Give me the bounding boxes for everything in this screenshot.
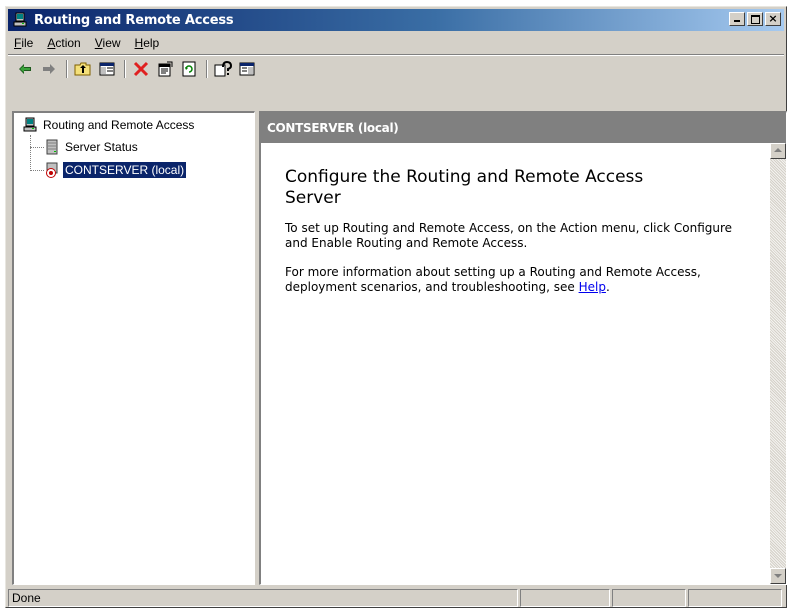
- back-arrow-icon: [19, 64, 31, 74]
- status-panel: [688, 589, 782, 607]
- window-title: Routing and Remote Access: [34, 12, 234, 28]
- status-bar: Done: [8, 589, 784, 607]
- menu-file[interactable]: File: [14, 36, 33, 50]
- delete-icon: [133, 61, 149, 77]
- show-hide-tree-icon: [99, 62, 115, 76]
- routing-server-icon: [23, 117, 37, 132]
- details-content: Configure the Routing and Remote Access …: [261, 143, 770, 584]
- properties-icon: [158, 61, 173, 77]
- properties-button[interactable]: [154, 58, 176, 80]
- show-hide-tree-button[interactable]: [96, 58, 118, 80]
- app-window: Routing and Remote Access × File Action …: [5, 6, 787, 608]
- forward-button[interactable]: [38, 58, 60, 80]
- up-one-level-button[interactable]: [72, 58, 94, 80]
- back-button[interactable]: [14, 58, 36, 80]
- server-status-icon: [46, 139, 58, 155]
- more-info-period: .: [605, 280, 610, 294]
- close-icon: ×: [768, 12, 778, 25]
- status-panel: [520, 589, 610, 607]
- forward-arrow-icon: [43, 64, 55, 74]
- refresh-button[interactable]: [178, 58, 200, 80]
- menu-view[interactable]: View: [95, 36, 121, 50]
- status-text: Done: [8, 589, 518, 607]
- configure-heading: Configure the Routing and Remote Access …: [285, 167, 644, 208]
- tree-connector: [30, 170, 44, 171]
- tree-item-contserver[interactable]: CONTSERVER (local): [44, 162, 187, 178]
- window-controls: ×: [727, 12, 781, 26]
- refresh-icon: [182, 61, 196, 77]
- up-folder-icon: [74, 62, 91, 76]
- action-pane-button[interactable]: [236, 58, 258, 80]
- tree-root-node[interactable]: Routing and Remote Access: [22, 117, 196, 133]
- toolbar-divider: [8, 54, 784, 56]
- tree-connector: [30, 135, 31, 171]
- menu-bar: File Action View Help: [8, 33, 784, 53]
- status-panel: [612, 589, 686, 607]
- setup-instructions: To set up Routing and Remote Access, on …: [285, 221, 733, 250]
- console-pane-icon: [239, 62, 255, 76]
- title-bar[interactable]: Routing and Remote Access ×: [8, 9, 784, 31]
- toolbar-separator: [206, 60, 208, 78]
- help-link[interactable]: Help: [579, 280, 606, 294]
- toolbar-separator: [124, 60, 126, 78]
- menu-action[interactable]: Action: [47, 36, 80, 50]
- tree-connector: [30, 147, 44, 148]
- routing-server-app-icon: [12, 12, 28, 28]
- menu-help[interactable]: Help: [135, 36, 160, 50]
- help-button[interactable]: [212, 58, 234, 80]
- tree-item-server-status[interactable]: Server Status: [44, 139, 140, 155]
- more-info-body: For more information about setting up a …: [285, 265, 701, 294]
- more-info-text: For more information about setting up a …: [285, 265, 755, 295]
- toolbar-separator: [66, 60, 68, 78]
- details-header: CONTSERVER (local): [261, 113, 786, 143]
- delete-button[interactable]: [130, 58, 152, 80]
- scroll-up-button[interactable]: [770, 143, 786, 159]
- minimize-button[interactable]: [729, 12, 745, 26]
- vertical-scrollbar[interactable]: [770, 143, 786, 584]
- details-pane: CONTSERVER (local) Configure the Routing…: [259, 111, 787, 585]
- console-tree-pane[interactable]: Routing and Remote Access Server Status: [12, 111, 255, 585]
- maximize-button[interactable]: [747, 12, 763, 26]
- server-stopped-icon: [46, 162, 58, 178]
- close-button[interactable]: ×: [765, 12, 781, 26]
- tree-root-label: Routing and Remote Access: [43, 118, 195, 132]
- toolbar: [8, 57, 784, 81]
- scroll-down-button[interactable]: [770, 568, 786, 584]
- tree-item-label: Server Status: [65, 140, 138, 154]
- help-icon: [214, 61, 232, 77]
- tree-item-label: CONTSERVER (local): [63, 162, 187, 178]
